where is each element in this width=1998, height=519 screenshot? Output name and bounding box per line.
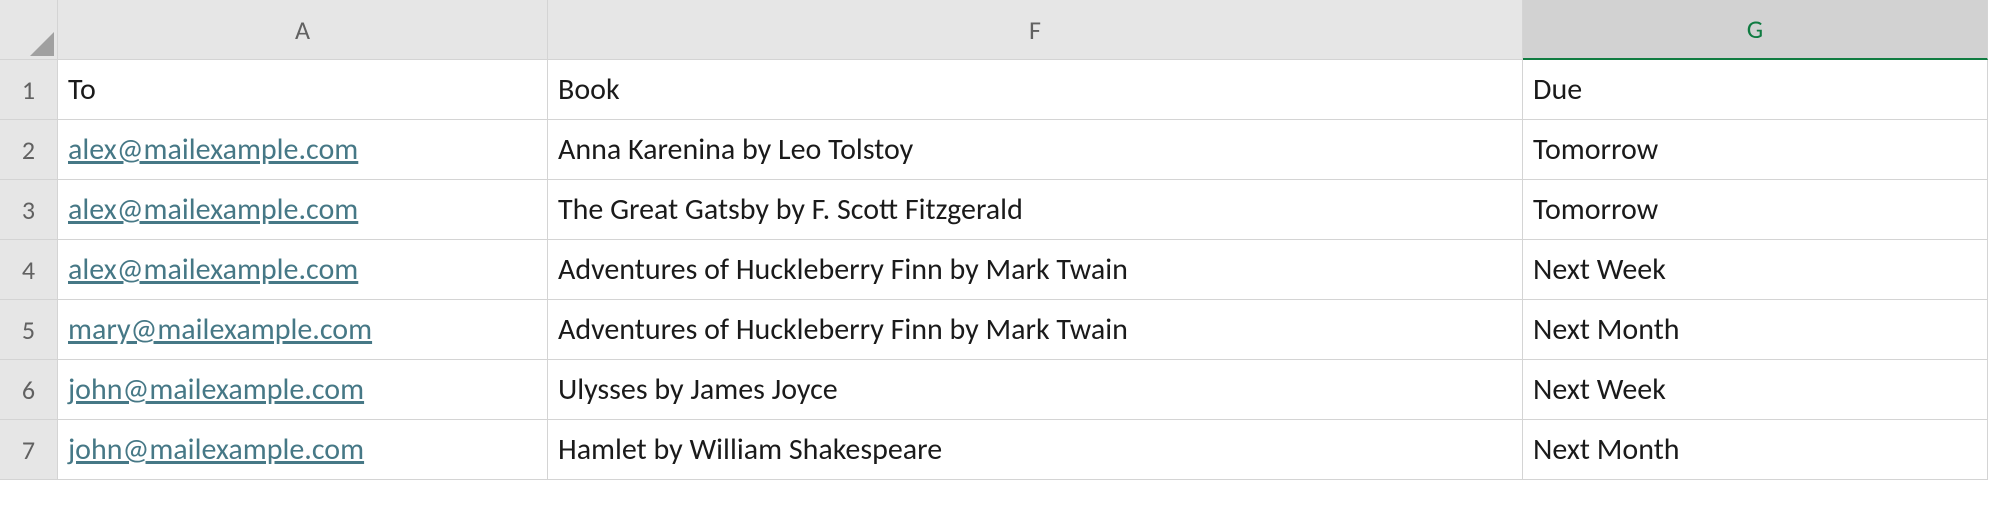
cell-a3[interactable]: alex@mailexample.com <box>58 180 548 240</box>
row-header-5[interactable]: 5 <box>0 300 58 360</box>
row-header-1[interactable]: 1 <box>0 60 58 120</box>
cell-f5[interactable]: Adventures of Huckleberry Finn by Mark T… <box>548 300 1523 360</box>
select-all-corner[interactable] <box>0 0 58 60</box>
cell-g1[interactable]: Due <box>1523 60 1988 120</box>
cell-a7[interactable]: john@mailexample.com <box>58 420 548 480</box>
cell-g5[interactable]: Next Month <box>1523 300 1988 360</box>
column-header-g[interactable]: G <box>1523 0 1988 60</box>
cell-g6[interactable]: Next Week <box>1523 360 1988 420</box>
row-header-6[interactable]: 6 <box>0 360 58 420</box>
column-header-f[interactable]: F <box>548 0 1523 60</box>
cell-g3[interactable]: Tomorrow <box>1523 180 1988 240</box>
cell-g7[interactable]: Next Month <box>1523 420 1988 480</box>
cell-a5[interactable]: mary@mailexample.com <box>58 300 548 360</box>
row-header-4[interactable]: 4 <box>0 240 58 300</box>
cell-g4[interactable]: Next Week <box>1523 240 1988 300</box>
spreadsheet-grid[interactable]: A F G 1 To Book Due 2 alex@mailexample.c… <box>0 0 1998 480</box>
cell-a6[interactable]: john@mailexample.com <box>58 360 548 420</box>
cell-f3[interactable]: The Great Gatsby by F. Scott Fitzgerald <box>548 180 1523 240</box>
cell-f6[interactable]: Ulysses by James Joyce <box>548 360 1523 420</box>
cell-g2[interactable]: Tomorrow <box>1523 120 1988 180</box>
cell-a4[interactable]: alex@mailexample.com <box>58 240 548 300</box>
row-header-2[interactable]: 2 <box>0 120 58 180</box>
cell-f1[interactable]: Book <box>548 60 1523 120</box>
row-header-7[interactable]: 7 <box>0 420 58 480</box>
cell-f2[interactable]: Anna Karenina by Leo Tolstoy <box>548 120 1523 180</box>
cell-a2[interactable]: alex@mailexample.com <box>58 120 548 180</box>
cell-a1[interactable]: To <box>58 60 548 120</box>
column-header-a[interactable]: A <box>58 0 548 60</box>
row-header-3[interactable]: 3 <box>0 180 58 240</box>
cell-f4[interactable]: Adventures of Huckleberry Finn by Mark T… <box>548 240 1523 300</box>
cell-f7[interactable]: Hamlet by William Shakespeare <box>548 420 1523 480</box>
